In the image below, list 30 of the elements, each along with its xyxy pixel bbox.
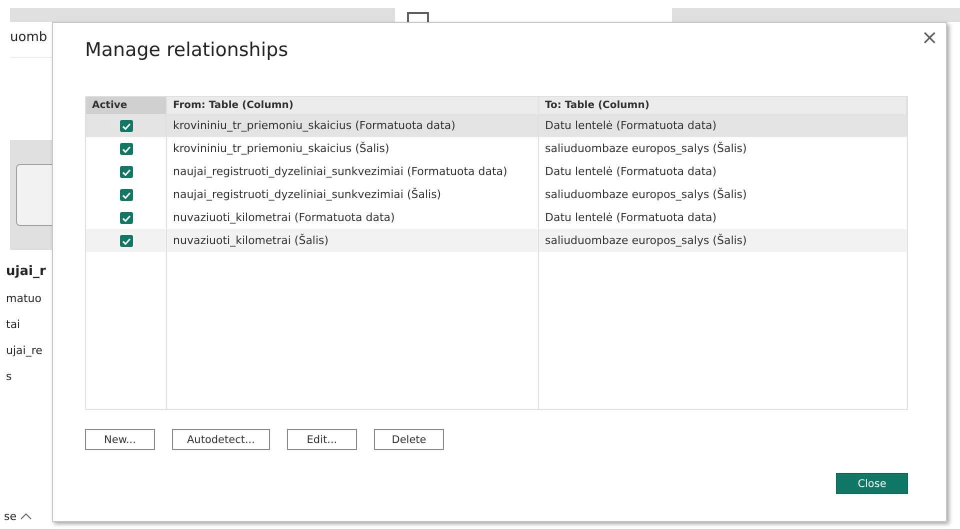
dialog-button[interactable]: Edit... [286, 429, 357, 450]
table-cell-text: Datu lentelė (Formatuota data) [544, 210, 718, 226]
active-checkbox[interactable] [120, 189, 132, 201]
chevron-up-icon[interactable] [20, 513, 32, 520]
table-cell-text: Datu lentelė (Formatuota data) [544, 118, 718, 134]
footer-text: se [4, 510, 16, 523]
active-checkbox[interactable] [120, 235, 132, 247]
table-row[interactable]: krovininiu_tr_priemoniu_skaicius (Formatuota data) Datu lentelė (Formatuota data) [86, 114, 907, 137]
table-cell-text: saliuduombaze europos_salys (Šalis) [544, 186, 748, 203]
close-dialog-button[interactable]: Close [836, 473, 908, 494]
column-header[interactable]: Active [86, 97, 167, 114]
table-row[interactable]: nuvaziuoti_kilometrai (Šalis) saliuduombaze europos_salys (Šalis) [86, 229, 907, 252]
field-item[interactable]: ujai_re [6, 345, 52, 357]
table-cell: nuvaziuoti_kilometrai (Šalis) [167, 229, 539, 252]
active-checkbox[interactable] [120, 166, 132, 178]
field-item[interactable]: tai [6, 319, 52, 331]
field-item[interactable]: s [6, 371, 52, 383]
active-checkbox[interactable] [120, 143, 132, 155]
dialog-button[interactable]: Delete [374, 429, 444, 450]
dialog-button[interactable]: New... [85, 429, 155, 450]
table-cell-text: saliuduombaze europos_salys (Šalis) [544, 232, 748, 249]
active-checkbox[interactable] [120, 120, 132, 132]
dialog-button[interactable]: Autodetect... [172, 429, 270, 450]
table-cell-text: Datu lentelė (Formatuota data) [544, 164, 718, 180]
dialog-title: Manage relationships [85, 39, 288, 61]
field-item[interactable]: matuo [6, 293, 52, 305]
pane-title: ujai_r [6, 264, 47, 279]
table-cell-text: saliuduombaze europos_salys (Šalis) [544, 140, 748, 157]
active-checkbox[interactable] [120, 212, 132, 224]
close-button[interactable]: × [921, 29, 938, 45]
